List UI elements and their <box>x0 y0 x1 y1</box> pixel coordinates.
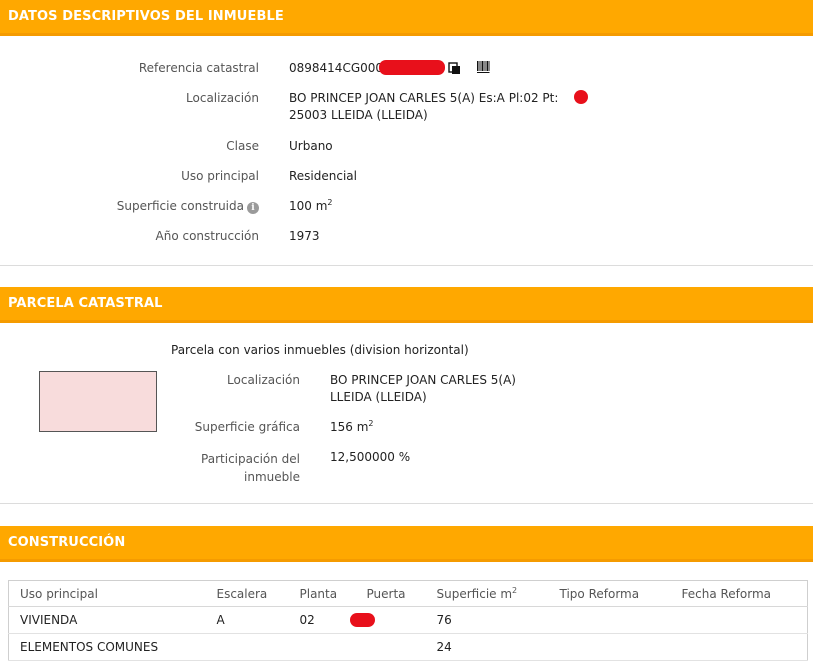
cell-escalera: A <box>205 606 289 634</box>
superficie-construida-text: Superficie construida <box>116 199 244 213</box>
column-header-tipo-reforma: Tipo Reforma <box>548 580 671 607</box>
superficie-grafica-label: Superficie gráfica <box>194 420 300 434</box>
localizacion-line2: 25003 LLEIDA (LLEIDA) <box>289 108 428 122</box>
construccion-table: Uso principal Escalera Planta Puerta Sup… <box>8 580 808 661</box>
table-row: ELEMENTOS COMUNES 24 <box>8 633 808 661</box>
section-header-construccion: CONSTRUCCIÓN <box>0 526 813 562</box>
cell-puerta <box>355 633 426 661</box>
column-header-planta: Planta <box>288 580 356 607</box>
clase-value: Urbano <box>289 139 333 153</box>
copy-icon[interactable] <box>448 62 461 78</box>
referencia-label: Referencia catastral <box>138 61 259 75</box>
cell-uso: ELEMENTOS COMUNES <box>8 633 206 661</box>
section-title: CONSTRUCCIÓN <box>8 535 126 550</box>
table-row: VIVIENDA A 02 76 <box>8 606 808 634</box>
column-header-uso: Uso principal <box>8 580 206 607</box>
cell-planta: 02 <box>288 606 356 634</box>
superficie-construida-label: Superficie construida i <box>117 199 259 214</box>
superficie-construida-value: 100 m2 <box>289 198 333 214</box>
uso-principal-value: Residencial <box>289 169 357 183</box>
column-header-superficie-text: Superficie m <box>436 586 513 601</box>
cell-superficie: 24 <box>425 633 549 661</box>
cell-escalera <box>205 633 289 661</box>
unit-exponent: 2 <box>368 419 374 428</box>
cell-superficie: 76 <box>425 606 549 634</box>
info-icon[interactable]: i <box>247 202 259 214</box>
superficie-construida-number: 100 m <box>289 199 328 213</box>
column-header-puerta: Puerta <box>355 580 426 607</box>
section-header-parcela-catastral: PARCELA CATASTRAL <box>0 287 813 323</box>
cell-tipo-reforma <box>548 606 671 634</box>
section-header-datos-descriptivos: DATOS DESCRIPTIVOS DEL INMUEBLE <box>0 0 813 36</box>
cell-tipo-reforma <box>548 633 671 661</box>
participacion-label: Participación del inmueble <box>201 450 300 486</box>
localizacion-label: Localización <box>186 91 259 105</box>
uso-principal-label: Uso principal <box>181 169 259 183</box>
localizacion-line1: BO PRINCEP JOAN CARLES 5(A) Es:A Pl:02 P… <box>289 91 559 105</box>
clase-label: Clase <box>226 139 259 153</box>
column-header-superficie: Superficie m2 <box>425 580 549 607</box>
referencia-value[interactable]: 0898414CG000 <box>289 61 383 75</box>
section-title: PARCELA CATASTRAL <box>8 296 163 311</box>
cell-uso: VIVIENDA <box>8 606 206 634</box>
parcela-thumbnail-image[interactable] <box>39 371 157 432</box>
cell-puerta <box>349 606 426 634</box>
superficie-grafica-number: 156 m <box>330 420 369 434</box>
cell-planta <box>288 633 356 661</box>
participacion-label-line1: Participación del <box>201 452 300 466</box>
cell-fecha-reforma <box>670 633 808 661</box>
superficie-grafica-value: 156 m2 <box>330 419 374 435</box>
redaction-mark <box>574 90 588 104</box>
barcode-icon[interactable] <box>476 60 490 77</box>
anio-construccion-label: Año construcción <box>155 229 260 243</box>
section-title: DATOS DESCRIPTIVOS DEL INMUEBLE <box>8 9 284 24</box>
parcela-localizacion-label: Localización <box>227 373 300 387</box>
table-header-row: Uso principal Escalera Planta Puerta Sup… <box>8 580 808 607</box>
parcela-localizacion-line1: BO PRINCEP JOAN CARLES 5(A) <box>330 373 516 387</box>
redaction-mark <box>379 60 445 75</box>
column-header-escalera: Escalera <box>205 580 289 607</box>
panel-datos-descriptivos: Referencia catastral 0898414CG000 Locali… <box>0 36 813 266</box>
redaction-mark <box>349 613 375 627</box>
unit-exponent: 2 <box>327 198 333 207</box>
parcela-subtitle: Parcela con varios inmuebles (division h… <box>171 343 469 357</box>
column-header-fecha-reforma: Fecha Reforma <box>670 580 808 607</box>
cell-fecha-reforma <box>670 606 808 634</box>
participacion-value: 12,500000 % <box>330 450 411 464</box>
anio-construccion-value: 1973 <box>289 229 320 243</box>
participacion-label-line2: inmueble <box>244 470 300 484</box>
unit-exponent: 2 <box>512 585 518 595</box>
parcela-localizacion-line2: LLEIDA (LLEIDA) <box>330 390 427 404</box>
